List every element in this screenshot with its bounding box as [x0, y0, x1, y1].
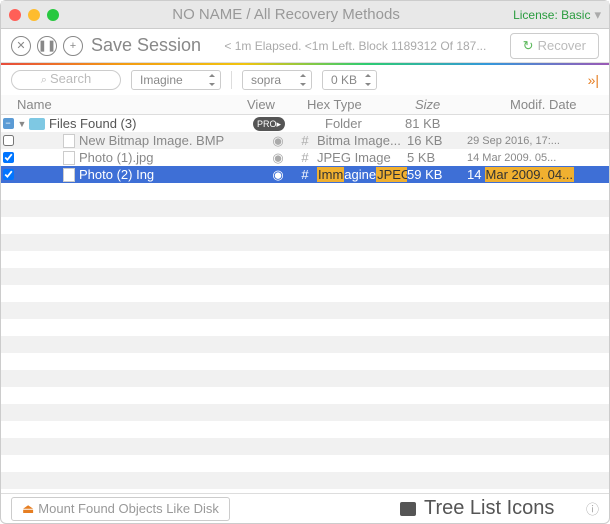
row-checkbox[interactable]	[3, 169, 14, 180]
row-date: 29 Sep 2016, 17:...	[467, 135, 609, 147]
window-title: NO NAME / All Recovery Methods	[59, 6, 513, 23]
stop-button[interactable]: ✕	[11, 36, 31, 56]
close-window[interactable]	[9, 9, 21, 21]
skip-icon[interactable]: »|	[588, 72, 599, 88]
row-name: Files Found (3)	[49, 116, 253, 131]
filter-size-select[interactable]: 0 KB	[322, 70, 377, 90]
file-row[interactable]: New Bitmap Image. BMP ◉ # Bitma Image...…	[1, 132, 609, 149]
row-checkbox[interactable]	[3, 152, 14, 163]
row-size: 16 KB	[407, 133, 467, 148]
recover-label: Recover	[538, 38, 586, 53]
file-icon	[63, 168, 75, 182]
file-row-selected[interactable]: Photo (2) Ing ◉ # ImmagineJPEG 59 KB 14 …	[1, 166, 609, 183]
info-icon[interactable]: ⓘ	[586, 499, 599, 518]
col-view[interactable]: View	[247, 97, 307, 112]
hex-icon[interactable]: #	[293, 167, 317, 182]
disclosure-icon[interactable]: ▼	[15, 119, 29, 129]
col-type[interactable]: Hex Type	[307, 97, 415, 112]
search-input[interactable]: ⌕ Search	[11, 70, 121, 90]
row-checkbox[interactable]	[3, 135, 14, 146]
filter-sort-select[interactable]: sopra	[242, 70, 312, 90]
row-size: 81 KB	[405, 116, 500, 131]
pause-button[interactable]: ❚❚	[37, 36, 57, 56]
preview-icon[interactable]: ◉	[263, 167, 293, 183]
file-list: − ▼ Files Found (3) PRO▸ Folder 81 KB Ne…	[1, 115, 609, 493]
row-type: JPEG Image	[317, 150, 407, 165]
col-name[interactable]: Name	[1, 97, 247, 112]
recover-button[interactable]: ↻ Recover	[510, 33, 599, 59]
col-date[interactable]: Modif. Date	[510, 97, 609, 112]
recover-icon: ↻	[523, 38, 534, 54]
col-size[interactable]: Size	[415, 97, 510, 112]
mount-label: Mount Found Objects Like Disk	[38, 501, 219, 516]
preview-icon[interactable]: ◉	[263, 133, 293, 149]
row-type: Bitma Image...	[317, 133, 407, 148]
row-date: 14 Mar 2009. 05...	[467, 152, 609, 164]
maximize-window[interactable]	[47, 9, 59, 21]
filter-type-select[interactable]: Imagine	[131, 70, 221, 90]
row-size: 59 KB	[407, 167, 467, 182]
license-label[interactable]: License: Basic	[513, 8, 590, 22]
row-date: 14 Mar 2009. 04...	[467, 167, 609, 182]
file-icon	[63, 134, 75, 148]
save-session-button[interactable]: Save Session	[91, 35, 201, 56]
preview-icon[interactable]: ◉	[263, 150, 293, 166]
mount-button[interactable]: ⏏ Mount Found Objects Like Disk	[11, 497, 230, 521]
row-name: Photo (2) Ing	[79, 167, 263, 182]
row-name: New Bitmap Image. BMP	[79, 133, 263, 148]
row-type: Folder	[315, 116, 405, 131]
folder-icon	[29, 118, 45, 130]
row-name: Photo (1).jpg	[79, 150, 263, 165]
folder-row[interactable]: − ▼ Files Found (3) PRO▸ Folder 81 KB	[1, 115, 609, 132]
disk-icon: ⏏	[22, 501, 34, 517]
add-button[interactable]: +	[63, 36, 83, 56]
row-type: ImmagineJPEG	[317, 167, 407, 182]
view-mode-icon[interactable]	[400, 502, 416, 516]
hex-icon[interactable]: #	[293, 150, 317, 165]
pro-badge: PRO▸	[253, 117, 285, 131]
hex-icon[interactable]: #	[293, 133, 317, 148]
scan-status: < 1m Elapsed. <1m Left. Block 1189312 Of…	[201, 39, 510, 53]
checkbox-mixed[interactable]: −	[3, 118, 14, 129]
file-row[interactable]: Photo (1).jpg ◉ # JPEG Image 5 KB 14 Mar…	[1, 149, 609, 166]
file-icon	[63, 151, 75, 165]
row-size: 5 KB	[407, 150, 467, 165]
chevron-down-icon: ▾	[594, 7, 601, 23]
minimize-window[interactable]	[28, 9, 40, 21]
view-mode-label[interactable]: Tree List Icons	[424, 497, 578, 520]
